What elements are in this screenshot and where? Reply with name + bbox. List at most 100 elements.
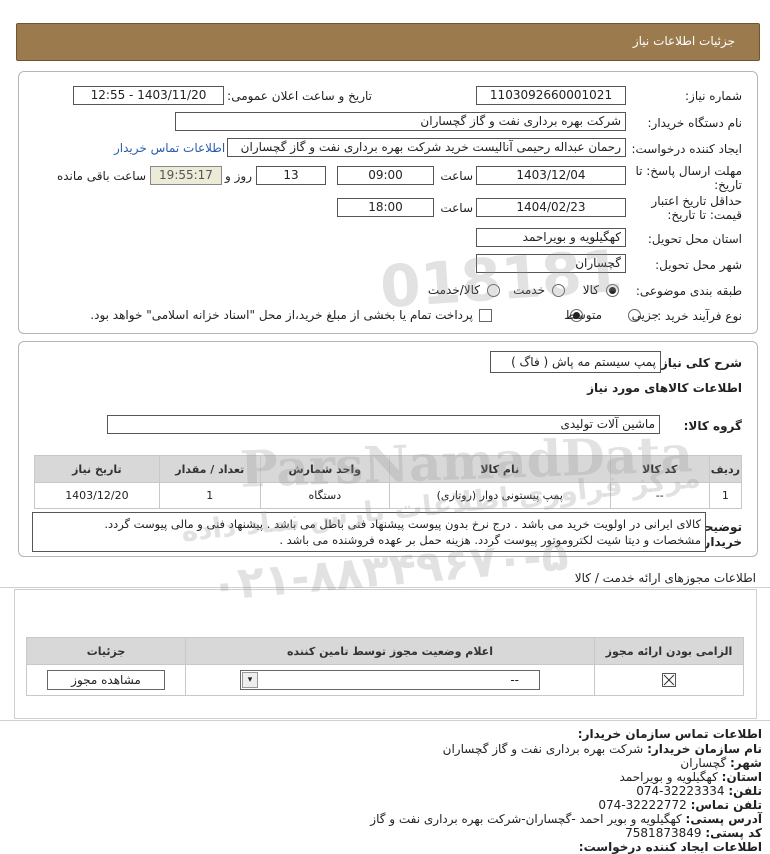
contact-phone-label: تلفن: — [728, 784, 762, 798]
chevron-down-icon[interactable]: ▾ — [242, 672, 258, 688]
contact-org-label: نام سازمان خریدار: — [647, 742, 762, 756]
deadline-label-date: تاریخ: — [714, 178, 742, 192]
view-permit-button[interactable]: مشاهده مجوز — [47, 670, 165, 690]
general-description-label: شرح کلی نیاز: — [656, 356, 742, 370]
contact-address-value: کهگیلویه و بویر احمد -گچساران-شرکت بهره … — [370, 812, 682, 826]
contact-phone2-value: 32222772-074 — [598, 798, 687, 812]
process-option-medium: متوسط — [564, 308, 602, 322]
category-radio-service[interactable] — [552, 284, 565, 297]
page-header: جزئیات اطلاعات نیاز — [16, 23, 760, 61]
contact-postal-label: کد پستی: — [705, 826, 762, 840]
general-description-field: پمپ سیستم مه پاش ( فاگ ) — [490, 351, 661, 373]
treasury-payment-note: پرداخت تمام یا بخشی از مبلغ خرید،از محل … — [90, 308, 473, 322]
treasury-payment-checkbox[interactable] — [479, 309, 492, 322]
permit-required-header: الزامی بودن ارائه مجوز — [594, 637, 744, 665]
cell-code: -- — [609, 482, 710, 509]
contact-line-province: استان: کهگیلویه و بویراحمد — [619, 770, 762, 784]
province-field: کهگیلویه و بویراحمد — [476, 228, 626, 247]
permits-title: اطلاعات مجوزهای ارائه خدمت / کالا — [574, 571, 756, 585]
cell-unit: دستگاه — [259, 482, 390, 509]
permit-required-cell — [594, 664, 744, 696]
permit-details-cell: مشاهده مجوز — [26, 664, 186, 696]
goods-group-field: ماشین آلات تولیدی — [107, 415, 660, 434]
goods-table: ردیف کد کالا نام کالا واحد شمارش تعداد /… — [34, 455, 743, 509]
contact-line-postal: کد پستی: 7581873849 — [625, 826, 762, 840]
validity-label: حداقل تاریخ اعتبار — [651, 194, 742, 208]
remaining-label: ساعت باقی مانده — [56, 169, 146, 183]
buyer-notes-line-1: کالای ایرانی در اولویت خرید می باشد . در… — [104, 517, 701, 531]
contact-line-org: نام سازمان خریدار: شرکت بهره برداری نفت … — [443, 742, 762, 756]
creator-field: رحمان عبداله رحیمی آنالیست خرید شرکت بهر… — [227, 138, 626, 157]
col-unit-header: واحد شمارش — [259, 455, 390, 483]
category-option-service: خدمت — [513, 283, 545, 297]
process-option-minor: جزیی — [631, 308, 659, 322]
contact-line-phone2: تلفن تماس: 32222772-074 — [598, 798, 762, 812]
contact-divider — [0, 720, 770, 721]
contact-title: اطلاعات تماس سازمان خریدار: — [577, 727, 762, 741]
deadline-date-field: 1403/12/04 — [476, 166, 626, 185]
col-date-header: تاریخ نیاز — [34, 455, 160, 483]
cell-qty: 1 — [158, 482, 261, 509]
deadline-time-field: 09:00 — [337, 166, 434, 185]
category-radio-goods[interactable] — [606, 284, 619, 297]
deadline-label: مهلت ارسال پاسخ: تا — [635, 164, 742, 178]
process-label: نوع فرآیند خرید : — [657, 309, 742, 323]
buyer-org-field: شرکت بهره برداری نفت و گاز گچساران — [175, 112, 626, 131]
col-row-header: ردیف — [708, 455, 743, 483]
contact-line-city: شهر: گچساران — [680, 756, 762, 770]
need-number-field: 1103092660001021 — [476, 86, 626, 105]
permits-table-header: الزامی بودن ارائه مجوز اعلام وضعیت مجوز … — [26, 637, 744, 665]
permit-row: -- ▾ مشاهده مجوز — [26, 664, 744, 696]
contact-creator-label: اطلاعات ایجاد کننده درخواست: — [578, 840, 762, 854]
col-code-header: کد کالا — [609, 455, 710, 483]
col-name-header: نام کالا — [388, 455, 611, 483]
cell-row: 1 — [708, 482, 743, 509]
permit-status-cell: -- ▾ — [185, 664, 595, 696]
contact-province-value: کهگیلویه و بویراحمد — [619, 770, 718, 784]
validity-label-date: قیمت: تا تاریخ: — [667, 208, 742, 222]
remaining-time-field: 19:55:17 — [150, 166, 222, 185]
province-label: استان محل تحویل: — [647, 232, 742, 246]
city-label: شهر محل تحویل: — [655, 258, 742, 272]
goods-table-header: ردیف کد کالا نام کالا واحد شمارش تعداد /… — [34, 455, 743, 483]
close-icon[interactable] — [662, 673, 676, 687]
cell-date: 1403/12/20 — [34, 482, 160, 509]
page-title: جزئیات اطلاعات نیاز — [632, 34, 735, 48]
contact-line-creator: اطلاعات ایجاد کننده درخواست: — [579, 840, 762, 854]
contact-postal-value: 7581873849 — [625, 826, 702, 840]
contact-city-label: شهر: — [730, 756, 762, 770]
category-option-goods: کالا — [582, 283, 599, 297]
buyer-notes-box: کالای ایرانی در اولویت خرید می باشد . در… — [32, 512, 706, 552]
col-qty-header: تعداد / مقدار — [158, 455, 261, 483]
contact-phone-value: 32223334-074 — [636, 784, 725, 798]
contact-line-address: آدرس پستی: کهگیلویه و بویر احمد -گچساران… — [370, 812, 762, 826]
permit-details-header: جزئیات — [26, 637, 186, 665]
category-radio-both[interactable] — [487, 284, 500, 297]
table-row: 1 -- پمپ پیستونی دوار (روتاری) دستگاه 1 … — [34, 482, 743, 509]
contact-org-value: شرکت بهره برداری نفت و گاز گچساران — [442, 742, 644, 756]
buyer-org-label: نام دستگاه خریدار: — [647, 116, 743, 130]
announce-field: 1403/11/20 - 12:55 — [73, 86, 224, 105]
announce-label: تاریخ و ساعت اعلان عمومی: — [227, 89, 372, 103]
contact-phone2-label: تلفن تماس: — [690, 798, 762, 812]
category-option-both: کالا/خدمت — [427, 283, 480, 297]
contact-address-label: آدرس پستی: — [685, 812, 762, 826]
deadline-time-label: ساعت — [440, 169, 473, 183]
validity-date-field: 1404/02/23 — [476, 198, 626, 217]
validity-time-label: ساعت — [440, 201, 473, 215]
permit-status-select[interactable]: -- ▾ — [240, 670, 540, 690]
days-field: 13 — [256, 166, 326, 185]
permit-status-header: اعلام وضعیت مجوز توسط تامین کننده — [185, 637, 595, 665]
validity-time-field: 18:00 — [337, 198, 434, 217]
buyer-contact-link[interactable]: اطلاعات تماس خریدار — [114, 141, 225, 155]
need-number-label: شماره نیاز: — [685, 89, 742, 103]
city-field: گچساران — [476, 254, 626, 273]
contact-line-phone: تلفن: 32223334-074 — [636, 784, 762, 798]
goods-info-title: اطلاعات کالاهای مورد نیاز — [587, 381, 742, 395]
goods-group-label: گروه کالا: — [683, 419, 742, 433]
permits-table: الزامی بودن ارائه مجوز اعلام وضعیت مجوز … — [26, 637, 744, 696]
permits-divider — [0, 587, 770, 588]
contact-city-value: گچساران — [680, 756, 727, 770]
contact-province-label: استان: — [721, 770, 762, 784]
cell-name: پمپ پیستونی دوار (روتاری) — [388, 482, 611, 509]
